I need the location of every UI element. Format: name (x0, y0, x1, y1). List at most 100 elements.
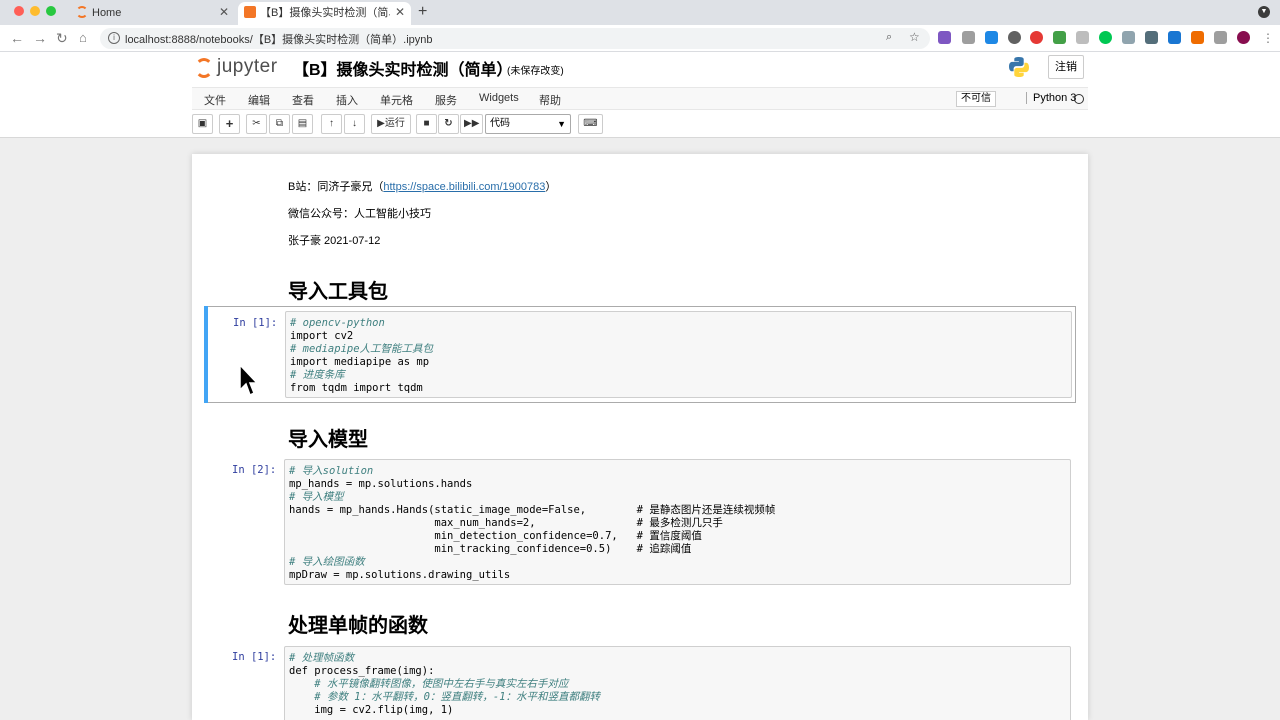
paste-button[interactable]: ▤ (292, 114, 313, 134)
code-cell-selected[interactable]: In [1]: # opencv-python import cv2 # med… (204, 306, 1076, 403)
new-tab-button[interactable]: + (418, 2, 427, 22)
trust-status-button[interactable]: 不可信 (956, 91, 996, 107)
run-label: 运行 (384, 118, 405, 129)
notebook-toolbar: ▣ + ✂ ⧉ ▤ ↑ ↓ ▶︎运行 ■ ↻ ▶▶ 代码 ▼ ⌨ (192, 114, 1088, 136)
url-input[interactable]: i localhost:8888/notebooks/【B】摄像头实时检测（简单… (100, 28, 930, 49)
code-line: # 导入模型 (289, 491, 344, 503)
code-line: # 进度条库 (290, 369, 345, 381)
copy-icon: ⧉ (275, 118, 284, 129)
code-editor[interactable]: # 处理帧函数 def process_frame(img): # 水平镜像翻转… (284, 646, 1071, 720)
code-line: def process_frame(img): (289, 665, 435, 677)
menu-cell[interactable]: 单元格 (380, 92, 413, 108)
reload-icon[interactable]: ↻ (56, 29, 68, 47)
code-line: import cv2 (290, 330, 354, 342)
copy-button[interactable]: ⧉ (269, 114, 290, 134)
heading-import-tools: 导入工具包 (288, 281, 388, 303)
cell-prompt: In [1]: (232, 651, 277, 663)
arrow-down-icon: ↓ (352, 118, 357, 129)
home-icon[interactable]: ⌂ (79, 29, 87, 47)
more-menu-icon[interactable]: ⋮ (1262, 29, 1274, 47)
keyboard-icon: ⌨ (583, 118, 598, 129)
kernel-idle-icon (1074, 94, 1084, 104)
profile-avatar[interactable] (1237, 31, 1250, 44)
mouse-pointer-icon (239, 364, 258, 397)
bilibili-prefix: B站：同济子豪兄（ (288, 181, 384, 193)
menu-insert[interactable]: 插入 (336, 92, 358, 108)
extension-icon[interactable] (1145, 31, 1158, 44)
extension-icon[interactable] (1008, 31, 1021, 44)
jupyter-logo-icon (195, 58, 213, 78)
code-cell[interactable]: In [2]: # 导入solution mp_hands = mp.solut… (204, 454, 1076, 588)
extension-icon[interactable] (1214, 31, 1227, 44)
close-icon[interactable]: ✕ (395, 2, 405, 23)
menu-file[interactable]: 文件 (204, 92, 226, 108)
heading-import-model: 导入模型 (288, 429, 368, 451)
extension-icon[interactable] (1076, 31, 1089, 44)
code-line: import mediapipe as mp (290, 356, 430, 368)
paste-icon: ▤ (297, 118, 308, 129)
forward-arrow-icon[interactable]: → (33, 29, 47, 47)
logout-button[interactable]: 注销 (1048, 55, 1084, 79)
back-arrow-icon[interactable]: ← (10, 29, 24, 47)
notebook-title[interactable]: 【B】摄像头实时检测（简单） (293, 56, 513, 80)
code-line: mpDraw = mp.solutions.drawing_utils (289, 569, 511, 581)
browser-tab-notebook[interactable]: 【B】摄像头实时检测（简单）- ✕ (238, 2, 411, 25)
command-palette-button[interactable]: ⌨ (578, 114, 603, 134)
save-status: (未保存改变) (507, 66, 564, 77)
cell-prompt: In [2]: (232, 464, 277, 476)
extension-icon[interactable] (1191, 31, 1204, 44)
bilibili-link[interactable]: https://space.bilibili.com/1900783 (383, 181, 545, 193)
menu-edit[interactable]: 编辑 (248, 92, 270, 108)
info-icon[interactable]: i (108, 32, 120, 44)
restart-run-all-button[interactable]: ▶▶ (460, 114, 484, 134)
menu-kernel[interactable]: 服务 (435, 92, 457, 108)
menu-widgets[interactable]: Widgets (479, 92, 519, 104)
extension-icon[interactable] (1099, 31, 1112, 44)
menu-help[interactable]: 帮助 (539, 92, 561, 108)
chevron-down-icon: ▼ (557, 119, 566, 129)
restart-button[interactable]: ↻ (438, 114, 459, 134)
notebook-container: B站：同济子豪兄（https://space.bilibili.com/1900… (192, 154, 1088, 720)
cut-button[interactable]: ✂ (246, 114, 267, 134)
notebook-favicon-icon (244, 6, 256, 18)
insert-cell-button[interactable]: + (219, 114, 240, 134)
run-button[interactable]: ▶︎运行 (371, 114, 411, 134)
zoom-icon[interactable]: ⌕ (886, 31, 892, 44)
menu-view[interactable]: 查看 (292, 92, 314, 108)
save-button[interactable]: ▣ (192, 114, 213, 134)
extension-icon[interactable] (1030, 31, 1043, 44)
code-line: img = cv2.flip(img, 1) (289, 704, 454, 716)
tab-search-icon[interactable]: ▼ (1258, 6, 1270, 18)
browser-tab-home[interactable]: Home ✕ (70, 2, 235, 25)
save-icon: ▣ (197, 118, 208, 129)
cell-prompt: In [1]: (233, 317, 278, 329)
restart-icon: ↻ (444, 118, 453, 129)
code-line: # 参数 1：水平翻转，0：竖直翻转，-1：水平和竖直都翻转 (289, 691, 601, 703)
close-icon[interactable]: ✕ (219, 2, 229, 23)
code-line: from tqdm import tqdm (290, 382, 423, 394)
move-up-button[interactable]: ↑ (321, 114, 342, 134)
run-icon: ▶︎ (377, 118, 385, 129)
extension-icon[interactable] (938, 31, 951, 44)
window-close-button[interactable] (14, 6, 24, 16)
extension-icon[interactable] (1122, 31, 1135, 44)
extension-icon[interactable] (962, 31, 975, 44)
interrupt-button[interactable]: ■ (416, 114, 437, 134)
code-editor[interactable]: # opencv-python import cv2 # mediapipe人工… (285, 311, 1072, 398)
code-line: # opencv-python (290, 317, 385, 329)
code-cell[interactable]: In [1]: # 处理帧函数 def process_frame(img): … (204, 641, 1076, 720)
bookmark-star-icon[interactable]: ☆ (909, 30, 920, 44)
extension-icon[interactable] (985, 31, 998, 44)
code-editor[interactable]: # 导入solution mp_hands = mp.solutions.han… (284, 459, 1071, 585)
window-minimize-button[interactable] (30, 6, 40, 16)
extension-icon[interactable] (1053, 31, 1066, 44)
window-maximize-button[interactable] (46, 6, 56, 16)
cut-icon: ✂ (252, 118, 261, 129)
move-down-button[interactable]: ↓ (344, 114, 365, 134)
plus-icon: + (225, 116, 234, 131)
tab-title: Home (92, 7, 122, 19)
browser-address-bar: ← → ↻ ⌂ i localhost:8888/notebooks/【B】摄像… (0, 25, 1280, 52)
logo-text: jupyter (217, 56, 278, 77)
extension-icon[interactable] (1168, 31, 1181, 44)
cell-type-select[interactable]: 代码 ▼ (485, 114, 571, 134)
